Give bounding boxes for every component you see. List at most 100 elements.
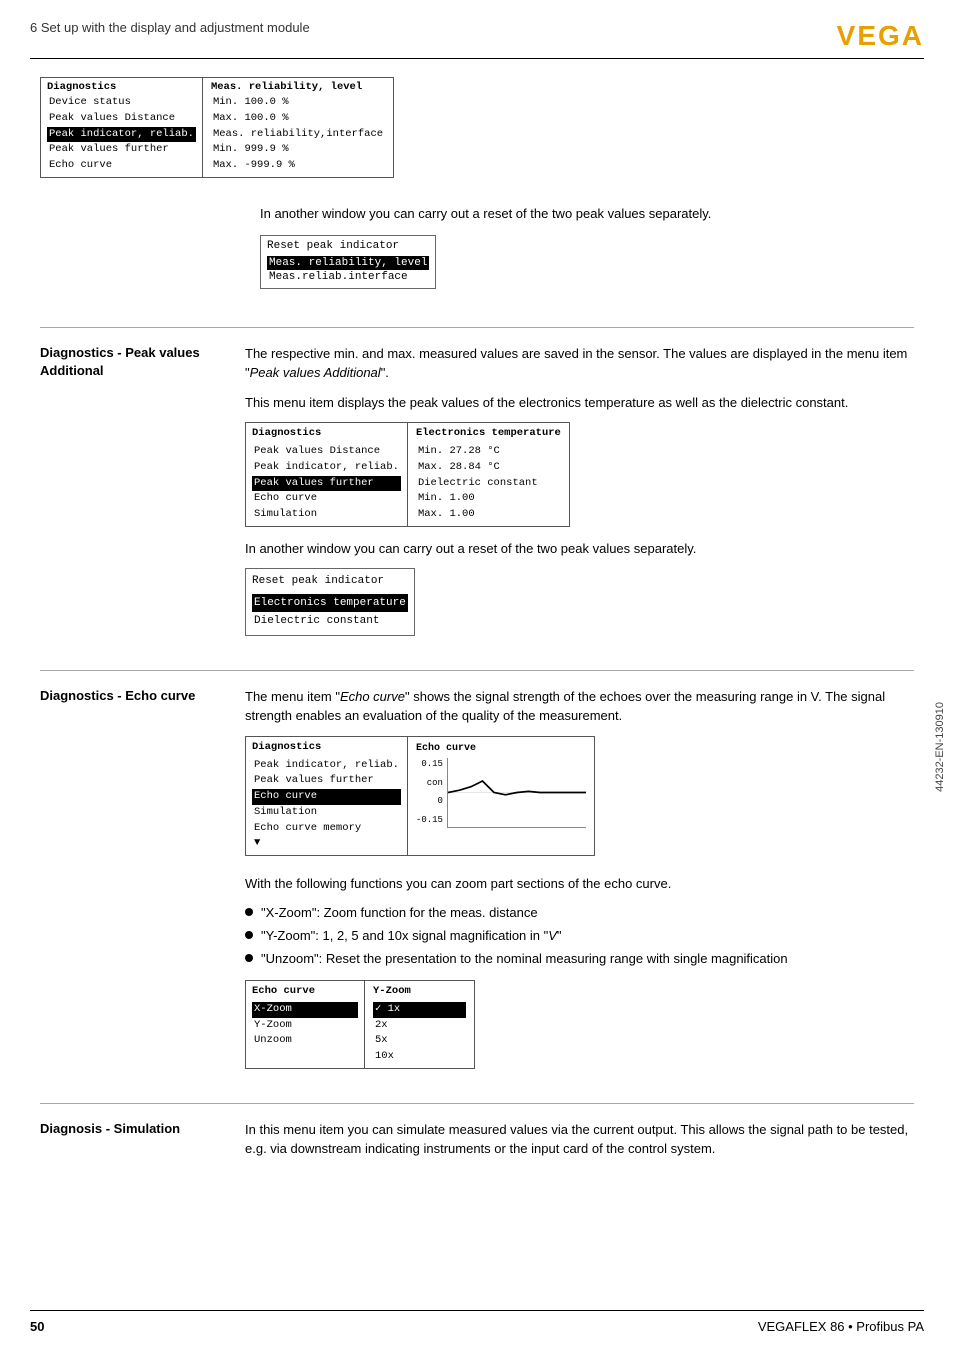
panel-title-meas-1: Meas. reliability, level (211, 81, 385, 93)
simulation-para-1: In this menu item you can simulate measu… (245, 1120, 914, 1159)
section-heading-simulation: Diagnosis - Simulation (40, 1120, 225, 1159)
section-heading-echo: Diagnostics - Echo curve (40, 687, 225, 1083)
heading-echo-label: Diagnostics - Echo curve (40, 688, 195, 703)
section-content-echo: The menu item "Echo curve" shows the sig… (245, 687, 914, 1083)
echo-zoom-left: Echo curve X-Zoom Y-Zoom Unzoom (245, 980, 365, 1069)
bullet-dot-2 (245, 931, 253, 939)
panel-title-diagnostics-2: Diagnostics (252, 426, 401, 442)
bullet-text-1: "X-Zoom": Zoom function for the meas. di… (261, 904, 538, 922)
echo-menu-row: Diagnostics Peak indicator, reliab. Peak… (245, 736, 914, 856)
menu-item2-peak-indicator: Peak indicator, reliab. (252, 460, 401, 476)
panel-left-1: Diagnostics Device status Peak values Di… (40, 77, 203, 178)
echo-italic-1: Echo curve (340, 689, 405, 704)
reset-box-2: Reset peak indicator Electronics tempera… (245, 568, 415, 636)
peak-para-3: In another window you can carry out a re… (245, 539, 914, 559)
zoom-10x: 10x (373, 1049, 466, 1065)
bullet-item-yzoom: "Y-Zoom": 1, 2, 5 and 10x signal magnifi… (245, 927, 914, 945)
section-heading-peak: Diagnostics - Peak values Additional (40, 344, 225, 650)
menu-item-device-status: Device status (47, 95, 196, 111)
dielectric-min: Min. 1.00 (416, 491, 561, 507)
reset-item-elec-temp: Electronics temperature (252, 594, 408, 613)
panel-title-diagnostics-1: Diagnostics (47, 81, 196, 93)
reset-title-1: Reset peak indicator (267, 240, 429, 252)
bullet-dot-3 (245, 954, 253, 962)
echo-chart: Echo curve 0.15 con 0 -0.15 (408, 736, 595, 856)
reset-title-2: Reset peak indicator (252, 573, 408, 590)
sidebar-rotated: 44232-EN-130910 (934, 200, 946, 1294)
sidebar-label: 44232-EN-130910 (934, 702, 946, 792)
diagnostics-menu-1: Diagnostics Device status Peak values Di… (40, 77, 394, 192)
bullet-dot-1 (245, 908, 253, 916)
divider-2 (40, 670, 914, 671)
bullet-item-xzoom: "X-Zoom": Zoom function for the meas. di… (245, 904, 914, 922)
bullet-list: "X-Zoom": Zoom function for the meas. di… (245, 904, 914, 969)
y-bottom: -0.15 (416, 814, 443, 828)
section-echo-curve: Diagnostics - Echo curve The menu item "… (40, 687, 914, 1083)
product-name: VEGAFLEX 86 • Profibus PA (758, 1319, 924, 1334)
dielectric-label: Dielectric constant (416, 476, 561, 492)
page-number: 50 (30, 1319, 44, 1334)
echo-menu-echo-memory: Echo curve memory (252, 821, 401, 837)
panel-right-2: Electronics temperature Min. 27.28 °C Ma… (408, 422, 570, 527)
section-content-simulation: In this menu item you can simulate measu… (245, 1120, 914, 1159)
chart-area: 0.0 m 1.4 (447, 758, 586, 828)
section-peak-additional: Diagnostics - Peak values Additional The… (40, 344, 914, 650)
section-simulation: Diagnosis - Simulation In this menu item… (40, 1120, 914, 1159)
dielectric-max: Max. 1.00 (416, 507, 561, 523)
header-text: 6 Set up with the display and adjustment… (30, 20, 310, 35)
echo-zoom-right: Y-Zoom ✓ 1x 2x 5x 10x (365, 980, 475, 1069)
bullet-item-unzoom: "Unzoom": Reset the presentation to the … (245, 950, 914, 968)
echo-menu-peak-indicator: Peak indicator, reliab. (252, 758, 401, 774)
reset-item-interface: Meas.reliab.interface (267, 270, 429, 284)
peak-italic-1: Peak values Additional (250, 365, 381, 380)
divider-1 (40, 327, 914, 328)
reset-box-1: Reset peak indicator Meas. reliability, … (260, 235, 436, 289)
v-italic: V (548, 928, 557, 943)
echo-zoom-left-title: Echo curve (252, 984, 358, 1000)
echo-zoom-intro: With the following functions you can zoo… (245, 874, 914, 894)
page-footer: 50 VEGAFLEX 86 • Profibus PA (30, 1310, 924, 1334)
menu-item-peak-further: Peak values further (47, 142, 196, 158)
panel-left-2: Diagnostics Peak values Distance Peak in… (245, 422, 408, 527)
menu-item2-echo-curve: Echo curve (252, 491, 401, 507)
meas-max-1: Max. 100.0 % (211, 111, 385, 127)
menu-item-peak-indicator: Peak indicator, reliab. (47, 127, 196, 143)
echo-menu-simulation: Simulation (252, 805, 401, 821)
meas-reliab-interface-label: Meas. reliability,interface (211, 127, 385, 143)
page-container: 6 Set up with the display and adjustment… (0, 0, 954, 1354)
heading-simulation-label: Diagnosis - Simulation (40, 1121, 180, 1136)
panel-title-echo-menu: Diagnostics (252, 740, 401, 756)
echo-menu-peak-further: Peak values further (252, 773, 401, 789)
vega-logo: VEGA (837, 20, 924, 52)
y-zero: 0 (438, 795, 443, 809)
echo-chart-title: Echo curve (416, 741, 586, 756)
bullet-text-3: "Unzoom": Reset the presentation to the … (261, 950, 788, 968)
reset-section-2: Reset peak indicator Electronics tempera… (245, 568, 914, 650)
echo-menu-arrow: ▼ (252, 836, 401, 852)
y-axis: 0.15 con 0 -0.15 (416, 758, 443, 828)
echo-zoom-panels: Echo curve X-Zoom Y-Zoom Unzoom Y-Zoom ✓… (245, 980, 914, 1069)
panel-left-echo: Diagnostics Peak indicator, reliab. Peak… (245, 736, 408, 856)
peak-para-2: This menu item displays the peak values … (245, 393, 914, 413)
reset-section-1: Reset peak indicator Meas. reliability, … (260, 235, 914, 303)
content-area: Diagnostics Device status Peak values Di… (30, 77, 924, 1159)
elec-max: Max. 28.84 °C (416, 460, 561, 476)
echo-para-1: The menu item "Echo curve" shows the sig… (245, 687, 914, 726)
page-header: 6 Set up with the display and adjustment… (30, 20, 924, 59)
intro-section-1: Diagnostics Device status Peak values Di… (40, 77, 914, 192)
panel-title-elec-temp: Electronics temperature (416, 426, 561, 442)
echo-menu-echo-curve: Echo curve (252, 789, 401, 805)
echo-svg (448, 758, 586, 827)
reset-item-level: Meas. reliability, level (267, 256, 429, 270)
heading-peak-label: Diagnostics - Peak values Additional (40, 345, 200, 378)
echo-chart-body: 0.15 con 0 -0.15 (416, 758, 586, 828)
zoom-item-unzoom: Unzoom (252, 1033, 358, 1049)
zoom-5x: 5x (373, 1033, 466, 1049)
meas-min-1: Min. 100.0 % (211, 95, 385, 111)
reset-item-dielectric: Dielectric constant (252, 612, 408, 631)
zoom-2x: 2x (373, 1018, 466, 1034)
y-mid: con (427, 777, 443, 791)
intro-text-1: In another window you can carry out a re… (260, 206, 914, 221)
zoom-1x: ✓ 1x (373, 1002, 466, 1018)
echo-zoom-right-title: Y-Zoom (373, 984, 466, 1000)
